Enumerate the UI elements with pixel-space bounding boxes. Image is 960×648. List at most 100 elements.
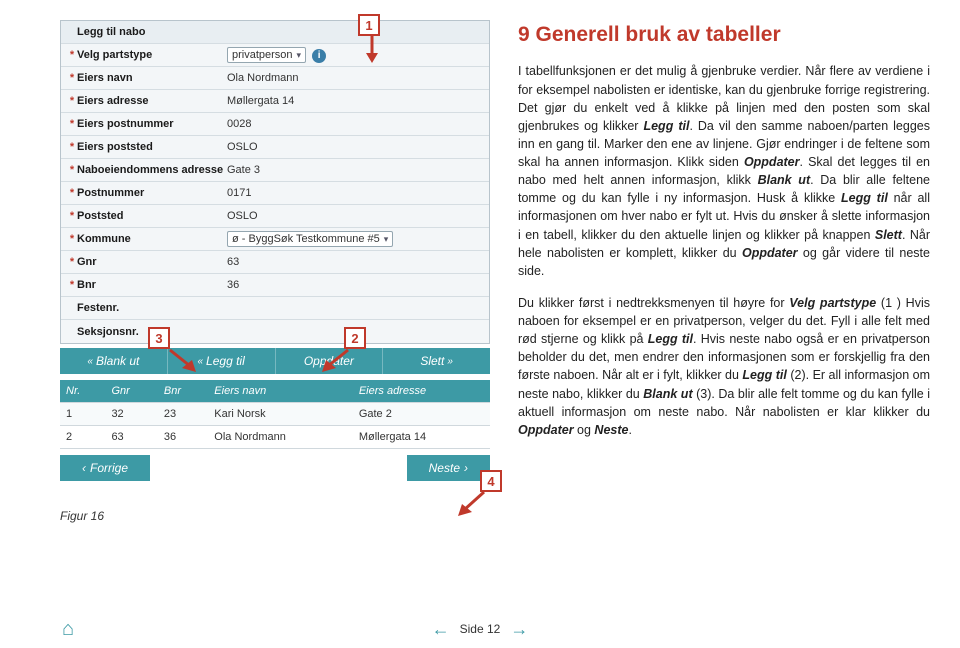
table-header: Eiers navn xyxy=(208,380,353,403)
chevron-left-icon: « xyxy=(197,356,203,367)
required-marker: * xyxy=(67,279,77,291)
field-label: Gnr xyxy=(77,256,227,268)
field-label: Velg partstype xyxy=(77,49,227,61)
form-row[interactable]: *Eiers postnummer0028 xyxy=(61,113,489,136)
form-row[interactable]: *Gnr63 xyxy=(61,251,489,274)
field-label: Eiers navn xyxy=(77,72,227,84)
table-header: Eiers adresse xyxy=(353,380,490,403)
footer-next-icon[interactable]: → xyxy=(510,619,528,640)
form-row[interactable]: Seksjonsnr. xyxy=(61,320,489,343)
chevron-down-icon: ▾ xyxy=(297,50,302,61)
chevron-right-icon: » xyxy=(447,356,453,367)
form-row[interactable]: *Velg partstype privatperson ▾ i xyxy=(61,44,489,67)
field-value[interactable]: Møllergata 14 xyxy=(227,95,483,107)
forrige-button[interactable]: ‹ Forrige xyxy=(60,455,150,481)
field-value[interactable]: 36 xyxy=(227,279,483,291)
field-value[interactable]: privatperson ▾ i xyxy=(227,47,483,63)
table-cell: 1 xyxy=(60,403,105,426)
home-icon[interactable]: ⌂ xyxy=(62,618,74,641)
field-value[interactable]: 63 xyxy=(227,256,483,268)
table-cell: Møllergata 14 xyxy=(353,426,490,449)
form-row[interactable]: *PoststedOSLO xyxy=(61,205,489,228)
keyword: Legg til xyxy=(841,191,888,205)
arrow-2 xyxy=(320,348,350,372)
form-row[interactable]: *Eiers adresseMøllergata 14 xyxy=(61,90,489,113)
field-value[interactable]: 0028 xyxy=(227,118,483,130)
table-cell: 63 xyxy=(105,426,157,449)
table-cell: 36 xyxy=(158,426,208,449)
keyword: Oppdater xyxy=(518,423,574,437)
nabo-table: Nr.GnrBnrEiers navnEiers adresse 13223Ka… xyxy=(60,380,490,449)
required-marker: * xyxy=(67,49,77,61)
page-footer: ⌂ ← Side 12 → xyxy=(0,616,960,642)
keyword: Legg til xyxy=(742,368,786,382)
keyword: Slett xyxy=(875,228,902,242)
keyword: Neste xyxy=(594,423,628,437)
arrow-4 xyxy=(458,490,486,518)
field-label: Poststed xyxy=(77,210,227,222)
required-marker: * xyxy=(67,233,77,245)
field-label: Bnr xyxy=(77,279,227,291)
keyword: Legg til xyxy=(643,119,689,133)
figure-caption: Figur 16 xyxy=(60,509,490,523)
keyword: Velg partstype xyxy=(789,296,876,310)
table-cell: Ola Nordmann xyxy=(208,426,353,449)
form-row[interactable]: *Postnummer0171 xyxy=(61,182,489,205)
section-heading: 9 Generell bruk av tabeller xyxy=(518,20,930,50)
required-marker: * xyxy=(67,164,77,176)
arrow-1 xyxy=(362,35,382,65)
required-marker: * xyxy=(67,72,77,84)
field-label: Eiers poststed xyxy=(77,141,227,153)
table-row[interactable]: 26336Ola NordmannMøllergata 14 xyxy=(60,426,490,449)
table-toolbar: « Blank ut « Legg til Oppdater Slett » xyxy=(60,348,490,374)
callout-2: 2 xyxy=(344,327,366,349)
form-row[interactable]: Festenr. xyxy=(61,297,489,320)
field-value[interactable]: OSLO xyxy=(227,210,483,222)
callout-4: 4 xyxy=(480,470,502,492)
body-paragraph-1: I tabellfunksjonen er det mulig å gjenbr… xyxy=(518,62,930,280)
dropdown-value: ø - ByggSøk Testkommune #5 xyxy=(232,233,380,245)
blank-ut-button[interactable]: « Blank ut xyxy=(60,348,168,374)
table-header: Bnr xyxy=(158,380,208,403)
field-value[interactable]: OSLO xyxy=(227,141,483,153)
form-row[interactable]: *Eiers poststedOSLO xyxy=(61,136,489,159)
dropdown[interactable]: privatperson ▾ xyxy=(227,47,306,63)
neste-button[interactable]: Neste › xyxy=(407,455,490,481)
form-row[interactable]: *Naboeiendommens adresseGate 3 xyxy=(61,159,489,182)
keyword: Oppdater xyxy=(744,155,800,169)
keyword: Legg til xyxy=(648,332,693,346)
field-label: Festenr. xyxy=(77,302,227,314)
page-number: Side 12 xyxy=(460,622,501,636)
required-marker: * xyxy=(67,95,77,107)
dropdown[interactable]: ø - ByggSøk Testkommune #5▾ xyxy=(227,231,393,247)
table-header: Nr. xyxy=(60,380,105,403)
info-icon[interactable]: i xyxy=(312,49,326,63)
table-cell: 2 xyxy=(60,426,105,449)
nabo-form: Legg til nabo *Velg partstypeprivatperso… xyxy=(60,20,490,344)
chevron-left-icon: « xyxy=(87,356,93,367)
callout-3: 3 xyxy=(148,327,170,349)
form-row[interactable]: *Bnr36 xyxy=(61,274,489,297)
required-marker: * xyxy=(67,256,77,268)
required-marker: * xyxy=(67,187,77,199)
slett-button[interactable]: Slett » xyxy=(383,348,490,374)
table-row[interactable]: 13223Kari NorskGate 2 xyxy=(60,403,490,426)
form-row[interactable]: *Eiers navnOla Nordmann xyxy=(61,67,489,90)
table-cell: 32 xyxy=(105,403,157,426)
form-title: Legg til nabo xyxy=(77,26,227,38)
field-value[interactable]: Gate 3 xyxy=(227,164,483,176)
body-paragraph-2: Du klikker først i nedtrekksmenyen til h… xyxy=(518,294,930,439)
table-header: Gnr xyxy=(105,380,157,403)
slett-label: Slett xyxy=(420,354,444,368)
field-value[interactable]: Ola Nordmann xyxy=(227,72,483,84)
table-cell: Kari Norsk xyxy=(208,403,353,426)
field-value[interactable]: 0171 xyxy=(227,187,483,199)
form-row[interactable]: *Kommuneø - ByggSøk Testkommune #5▾ xyxy=(61,228,489,251)
legg-til-label: Legg til xyxy=(206,354,245,368)
keyword: Blank ut xyxy=(643,387,692,401)
field-value[interactable]: ø - ByggSøk Testkommune #5▾ xyxy=(227,231,483,247)
required-marker: * xyxy=(67,141,77,153)
table-cell: 23 xyxy=(158,403,208,426)
footer-prev-icon[interactable]: ← xyxy=(432,619,450,640)
dropdown-value: privatperson xyxy=(232,49,293,61)
